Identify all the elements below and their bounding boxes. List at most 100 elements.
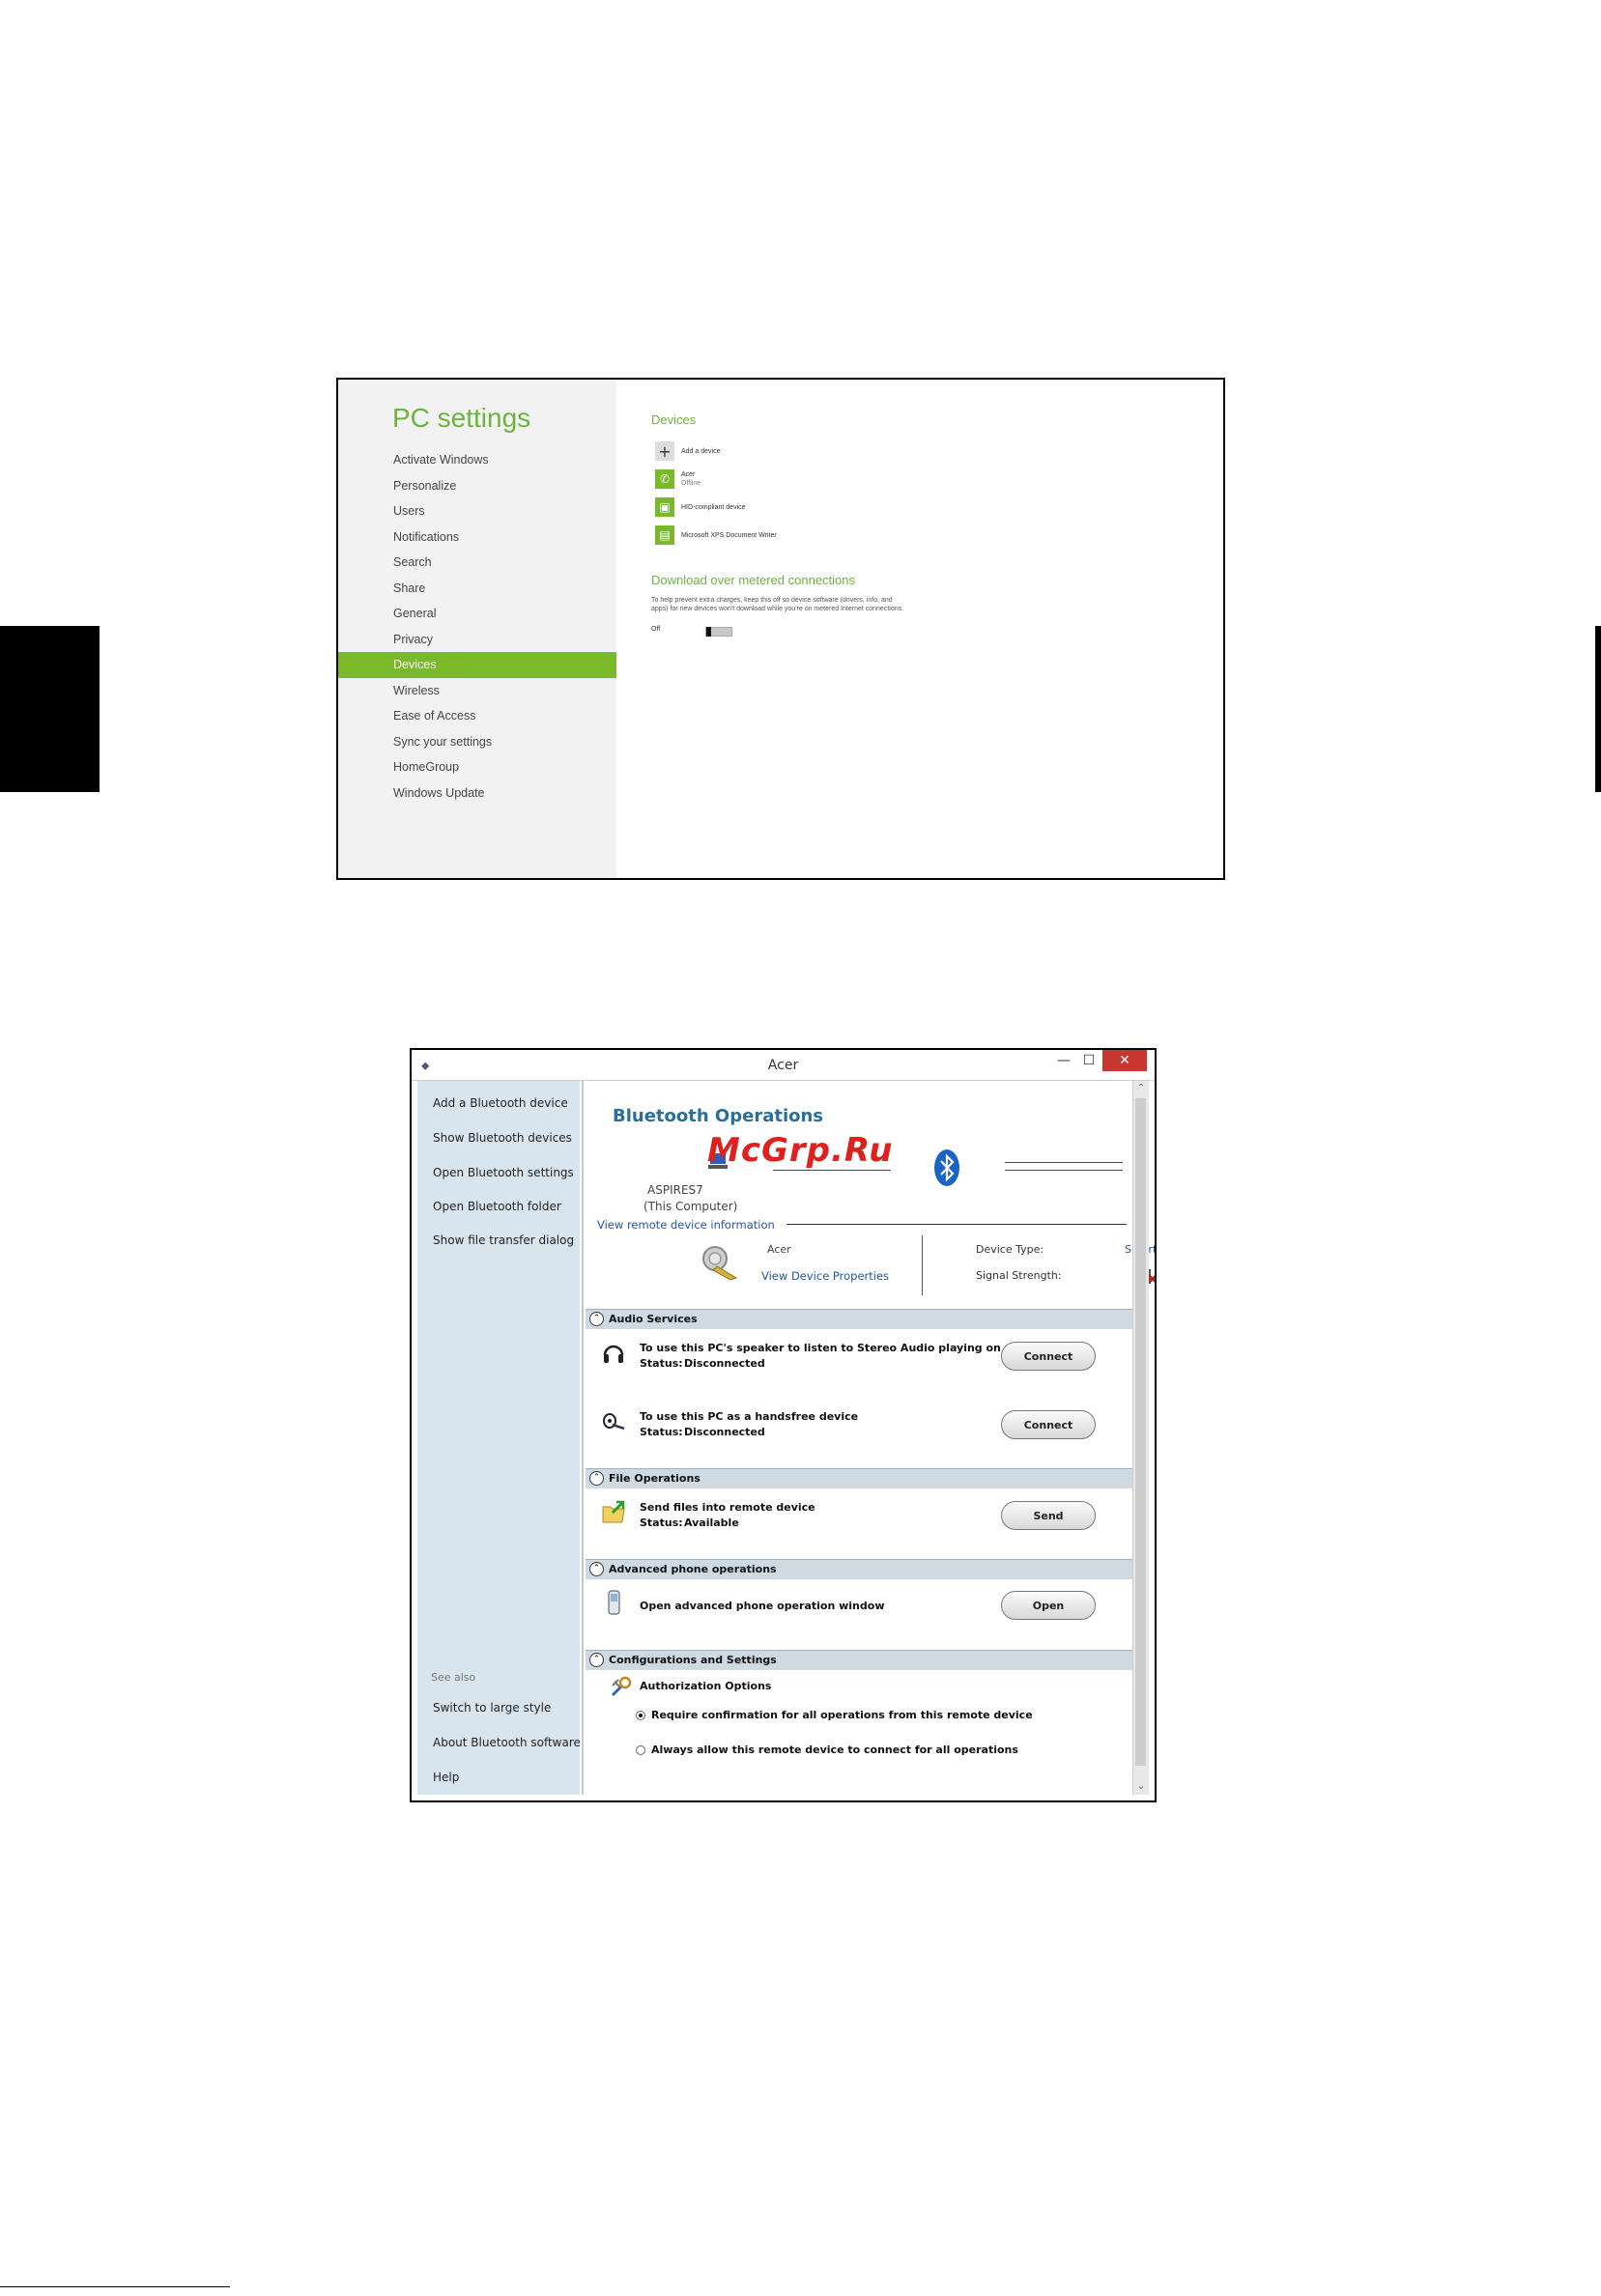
section-header-config[interactable]: ⌃ Configurations and Settings (586, 1650, 1133, 1670)
device-name: HID-compliant device (681, 503, 746, 511)
close-button[interactable]: ✕ (1102, 1050, 1147, 1071)
status-value: Disconnected (684, 1426, 765, 1438)
radio-always-allow-label[interactable]: Always allow this remote device to conne… (651, 1743, 1018, 1756)
service-text: Send files into remote device (640, 1501, 815, 1514)
about-bluetooth-software-link[interactable]: About Bluetooth software (433, 1736, 581, 1749)
connect-stereo-audio-button[interactable]: Connect (1001, 1342, 1096, 1371)
open-phone-operations-button[interactable]: Open (1001, 1591, 1096, 1620)
nav-item-wireless[interactable]: Wireless (338, 678, 616, 704)
connect-handsfree-button[interactable]: Connect (1001, 1410, 1096, 1439)
nav-item-ease-of-access[interactable]: Ease of Access (338, 703, 616, 729)
window-title: Acer (767, 1058, 799, 1073)
see-also-label: See also (431, 1671, 476, 1684)
radio-require-confirmation-label[interactable]: Require confirmation for all operations … (651, 1709, 1033, 1721)
printer-icon: ▤ (655, 525, 674, 545)
add-bluetooth-device-link[interactable]: Add a Bluetooth device (433, 1096, 568, 1110)
metered-description: To help prevent extra charges, keep this… (651, 597, 904, 612)
nav-item-search[interactable]: Search (338, 550, 616, 576)
plus-icon: + (655, 441, 674, 461)
vertical-separator (922, 1235, 923, 1295)
nav-item-share[interactable]: Share (338, 576, 616, 602)
nav-item-users[interactable]: Users (338, 498, 616, 524)
bluetooth-window-screenshot: ⬥ Acer — ☐ ✕ Add a Bluetooth device Show… (410, 1048, 1157, 1802)
operations-heading: Bluetooth Operations (613, 1106, 824, 1126)
status-value: Disconnected (684, 1357, 765, 1370)
section-title: Configurations and Settings (609, 1654, 777, 1666)
vertical-scrollbar[interactable]: ⌃ ⌄ (1132, 1081, 1149, 1795)
section-header-audio[interactable]: ⌃ Audio Services (586, 1309, 1133, 1329)
help-link[interactable]: Help (433, 1771, 459, 1784)
nav-item-notifications[interactable]: Notifications (338, 524, 616, 551)
folder-send-icon (602, 1500, 625, 1523)
scrollbar-thumb[interactable] (1135, 1098, 1146, 1766)
status-label: Status: (640, 1357, 683, 1370)
scroll-up-icon[interactable]: ⌃ (1133, 1081, 1149, 1096)
device-item-xps[interactable]: ▤ Microsoft XPS Document Writer (655, 524, 777, 546)
advanced-phone-description: Open advanced phone operation window (640, 1600, 885, 1612)
title-bar: ⬥ Acer — ☐ ✕ (412, 1050, 1155, 1081)
computer-name: ASPIRES7 (647, 1183, 703, 1197)
pc-settings-sidebar: PC settings Activate Windows Personalize… (338, 380, 616, 878)
section-header-file[interactable]: ⌃ File Operations (586, 1468, 1133, 1488)
nav-item-general[interactable]: General (338, 601, 616, 627)
watermark-logo: McGrp.Ru (707, 1131, 894, 1170)
status-value: Available (684, 1516, 739, 1529)
nav-item-devices[interactable]: Devices (338, 652, 616, 678)
devices-heading: Devices (651, 412, 697, 427)
send-files-button[interactable]: Send (1001, 1501, 1096, 1530)
open-bluetooth-settings-link[interactable]: Open Bluetooth settings (433, 1166, 574, 1179)
service-text: To use this PC's speaker to listen to St… (640, 1342, 1001, 1354)
device-item-hid[interactable]: ▣ HID-compliant device (655, 496, 746, 518)
section-header-phone[interactable]: ⌃ Advanced phone operations (586, 1559, 1133, 1579)
status-label: Status: (640, 1516, 683, 1529)
connection-line-right-top (1005, 1162, 1123, 1163)
section-title: Audio Services (609, 1313, 698, 1325)
view-remote-device-link[interactable]: View remote device information (597, 1218, 775, 1232)
nav-item-activate-windows[interactable]: Activate Windows (338, 447, 616, 473)
task-sidebar: Add a Bluetooth device Show Bluetooth de… (417, 1081, 581, 1795)
collapse-icon[interactable]: ⌃ (589, 1471, 604, 1486)
collapse-icon[interactable]: ⌃ (589, 1653, 604, 1667)
radio-always-allow[interactable] (636, 1745, 645, 1755)
radio-require-confirmation[interactable] (636, 1711, 645, 1720)
nav-item-sync-settings[interactable]: Sync your settings (338, 729, 616, 755)
toggle-knob (706, 627, 711, 637)
pc-settings-content: Devices + Add a device ✆ Acer Offline ▣ … (616, 380, 1223, 878)
hid-device-icon: ▣ (655, 497, 674, 517)
audio-handsfree-description: To use this PC as a handsfree device Sta… (640, 1409, 858, 1440)
remote-device-icon (702, 1246, 738, 1281)
nav-item-personalize[interactable]: Personalize (338, 473, 616, 499)
view-device-properties-link[interactable]: View Device Properties (761, 1269, 889, 1283)
device-name: Microsoft XPS Document Writer (681, 531, 777, 539)
nav-item-windows-update[interactable]: Windows Update (338, 780, 616, 807)
phone-icon: ✆ (655, 469, 674, 489)
section-title: File Operations (609, 1472, 700, 1485)
show-file-transfer-dialog-link[interactable]: Show file transfer dialog (433, 1233, 574, 1247)
bluetooth-icon (934, 1149, 959, 1186)
chapter-tab-left (0, 626, 100, 792)
headset-icon (603, 1413, 625, 1431)
metered-toggle[interactable] (705, 627, 732, 637)
maximize-button[interactable]: ☐ (1077, 1050, 1101, 1071)
switch-large-style-link[interactable]: Switch to large style (433, 1701, 551, 1715)
phone-handset-icon (608, 1590, 620, 1615)
device-type-label: Device Type: (976, 1243, 1044, 1256)
device-item-acer[interactable]: ✆ Acer Offline (655, 468, 700, 490)
minimize-button[interactable]: — (1052, 1050, 1075, 1071)
nav-item-homegroup[interactable]: HomeGroup (338, 754, 616, 780)
nav-item-privacy[interactable]: Privacy (338, 627, 616, 653)
pc-settings-screenshot: PC settings Activate Windows Personalize… (336, 378, 1225, 880)
add-device-button[interactable]: + Add a device (655, 440, 720, 462)
page-title: PC settings (392, 403, 531, 433)
section-title: Advanced phone operations (609, 1563, 777, 1575)
connection-line-right-bottom (1005, 1170, 1123, 1171)
divider-line (786, 1224, 1127, 1225)
open-bluetooth-folder-link[interactable]: Open Bluetooth folder (433, 1200, 561, 1213)
scroll-down-icon[interactable]: ⌄ (1133, 1779, 1149, 1795)
footer-rule (0, 2286, 230, 2287)
collapse-icon[interactable]: ⌃ (589, 1312, 604, 1326)
collapse-icon[interactable]: ⌃ (589, 1562, 604, 1576)
connection-line-left (773, 1170, 891, 1171)
authorization-options-title: Authorization Options (640, 1680, 772, 1692)
show-bluetooth-devices-link[interactable]: Show Bluetooth devices (433, 1131, 572, 1145)
